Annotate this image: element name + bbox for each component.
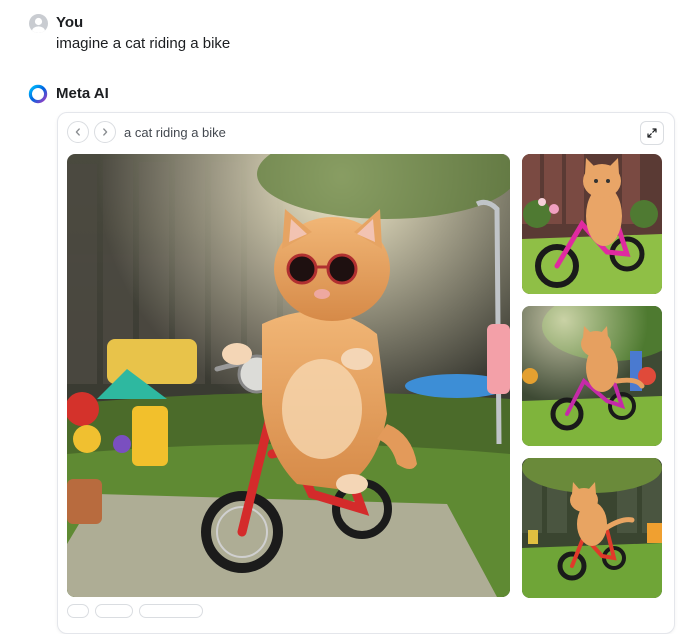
chevron-left-icon — [75, 128, 80, 136]
generated-image-main[interactable] — [67, 154, 510, 597]
next-button[interactable] — [94, 121, 116, 143]
generated-image-thumbnail-2[interactable] — [522, 306, 662, 446]
user-message-text: imagine a cat riding a bike — [56, 35, 231, 52]
image-prompt-label: a cat riding a bike — [124, 125, 226, 140]
assistant-name: Meta AI — [56, 85, 109, 102]
expand-button[interactable] — [640, 121, 664, 145]
user-sender-name: You — [56, 14, 84, 31]
user-avatar — [29, 14, 48, 33]
meta-ai-logo-icon — [28, 84, 48, 104]
generated-image-thumbnail-1[interactable] — [522, 154, 662, 294]
action-button-2[interactable] — [95, 604, 133, 618]
expand-icon — [647, 128, 657, 138]
chevron-right-icon — [103, 128, 108, 136]
action-button-3[interactable] — [139, 604, 203, 618]
generated-image-thumbnail-3[interactable] — [522, 458, 662, 598]
action-button-1[interactable] — [67, 604, 89, 618]
user-icon — [32, 17, 45, 33]
previous-button[interactable] — [67, 121, 89, 143]
